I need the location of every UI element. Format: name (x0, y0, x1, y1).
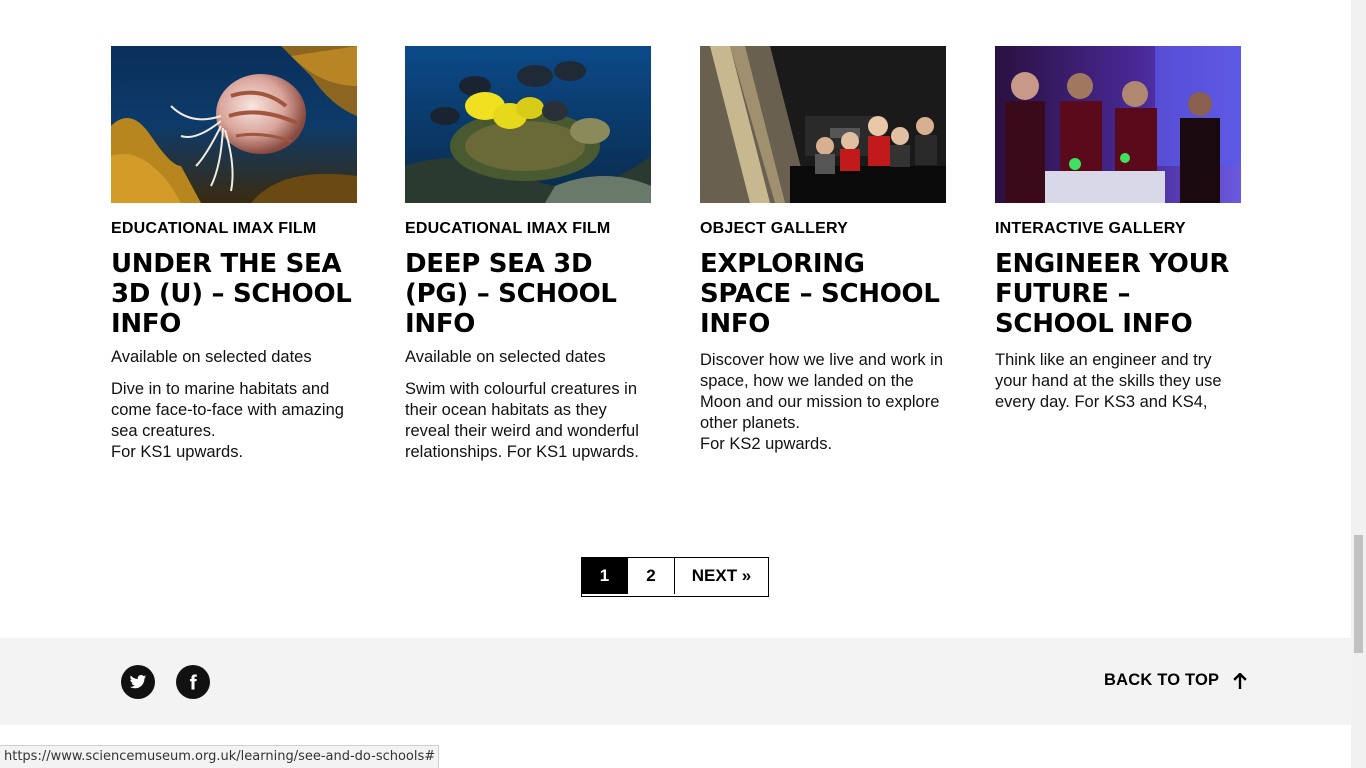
pagination: 1 2 NEXT » (581, 557, 769, 597)
card-image[interactable] (111, 46, 357, 203)
card-type: Educational IMAX film (405, 220, 611, 237)
card-image[interactable] (700, 46, 946, 203)
page-scrollbar[interactable] (1351, 0, 1366, 768)
card-deep-sea[interactable]: Educational IMAX film Deep Sea 3D (PG) –… (405, 46, 651, 463)
twitter-icon (129, 674, 147, 689)
card-image[interactable] (995, 46, 1241, 203)
arrow-up-icon (1233, 672, 1247, 689)
card-image[interactable] (405, 46, 651, 203)
back-to-top-link[interactable]: BACK TO TOP (1104, 671, 1247, 690)
status-bar-url: https://www.sciencemuseum.org.uk/learnin… (0, 745, 440, 768)
back-to-top-label: BACK TO TOP (1104, 671, 1220, 689)
next-page-button[interactable]: NEXT » (675, 558, 768, 594)
card-availability: Available on selected dates (405, 348, 606, 366)
facebook-icon (190, 674, 197, 690)
card-type: Educational IMAX film (111, 220, 317, 237)
card-type: Interactive gallery (995, 220, 1186, 237)
page-1-button[interactable]: 1 (582, 558, 628, 594)
card-type: Object gallery (700, 220, 848, 237)
card-availability: Available on selected dates (111, 348, 312, 366)
card-description: Discover how we live and work in space, … (700, 351, 944, 453)
page-2-button[interactable]: 2 (628, 558, 675, 594)
facebook-button[interactable] (176, 665, 210, 699)
twitter-button[interactable] (121, 665, 155, 699)
card-title[interactable]: Under the Sea 3D (U) – School info (111, 249, 357, 339)
card-description: Dive in to marine habitats and come face… (111, 380, 344, 461)
school-children-gallery-photo-icon (700, 46, 946, 203)
card-description: Think like an engineer and try your hand… (995, 351, 1222, 411)
card-under-the-sea[interactable]: Educational IMAX film Under the Sea 3D (… (111, 46, 357, 463)
sea-turtle-photo-icon (405, 46, 651, 203)
scrollbar-thumb[interactable] (1354, 535, 1363, 653)
card-exploring-space[interactable]: Object gallery Exploring Space – School … (700, 46, 946, 455)
students-interactive-photo-icon (995, 46, 1241, 203)
card-title[interactable]: Deep Sea 3D (PG) – School info (405, 249, 651, 339)
card-description: Swim with colourful creatures in their o… (405, 380, 639, 461)
nautilus-photo-icon (111, 46, 357, 203)
card-title[interactable]: Engineer Your Future – School info (995, 249, 1241, 339)
footer: BACK TO TOP (0, 638, 1351, 725)
card-title[interactable]: Exploring Space – School info (700, 249, 946, 339)
card-grid: Educational IMAX film Under the Sea 3D (… (111, 46, 1241, 486)
page: Educational IMAX film Under the Sea 3D (… (0, 0, 1351, 768)
card-engineer-your-future[interactable]: Interactive gallery Engineer Your Future… (995, 46, 1241, 413)
